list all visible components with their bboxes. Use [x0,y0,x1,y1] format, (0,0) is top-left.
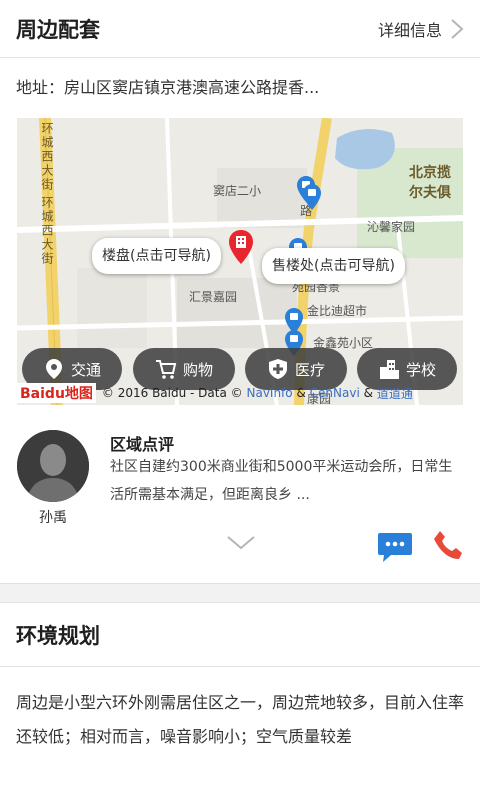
review-title: 区域点评 [110,435,175,454]
place-label: 汇景嘉园 [189,290,238,304]
shopping-cart-icon [155,360,177,379]
environment-text: 周边是小型六环外刚需居住区之一，周边荒地较多，目前入住率还较低；相对而言，噪音影… [16,693,465,746]
navinfo-link[interactable]: NavInfo [246,386,292,400]
place-label: 金比迪超市 [307,304,368,318]
location-pin-icon [45,359,62,379]
surroundings-header: 周边配套 详细信息 [0,0,480,58]
place-label: 北京揽 [409,165,451,181]
daodaotong-link[interactable]: 道道通 [377,385,413,402]
environment-header: 环境规划 [0,603,480,667]
road-label: 环城西大街 [40,122,54,192]
review-text: 社区自建约300米商业街和5000平米运动会所，日常生活所需基本满足，但距离良乡… [110,459,453,503]
avatar[interactable] [17,430,89,502]
phone-call-icon[interactable] [432,529,464,561]
chevron-right-icon [451,18,464,39]
detail-info-link[interactable]: 详细信息 [378,17,464,41]
medical-shield-icon [268,359,287,379]
area-review: 孙禹 区域点评 社区自建约300米商业街和5000平米运动会所，日常生活所需基本… [0,405,480,583]
surroundings-title: 周边配套 [16,17,100,42]
map-copyright: Baidu地图 © 2016 Baidu - Data © NavInfo & … [17,383,413,403]
place-label: 沁馨家园 [367,220,416,234]
detail-info-label: 详细信息 [377,20,442,40]
bus-stop-pin-icon[interactable] [303,184,321,210]
place-label: 尔夫俱 [409,185,451,201]
copyright-text: © 2016 Baidu - Data © [101,386,243,400]
traffic-label: 交通 [70,360,101,379]
copyright-amp: & [363,386,373,400]
chevron-down-icon[interactable] [226,535,256,551]
place-label: 窦店二小 [213,184,262,198]
baidu-map-logo: Baidu地图 [17,383,96,403]
user-silhouette-icon [17,430,89,502]
address-text: 地址：房山区窦店镇京港澳高速公路提香... [16,78,320,97]
project-callout[interactable]: 楼盘(点击可导航) [92,238,221,274]
sales-office-callout[interactable]: 售楼处(点击可导航) [262,248,405,284]
map-view[interactable]: 环城西大街 环城西大街 窦店二小 沁馨家园 汇景嘉园 金比迪超市 金鑫苑小区 北… [17,118,463,405]
cennavi-link[interactable]: CenNavi [310,386,360,400]
medical-label: 医疗 [294,360,325,379]
message-button-icon[interactable] [377,531,413,563]
road-label: 环城西大街 [40,196,54,266]
section-divider [0,583,480,603]
shopping-label: 购物 [182,360,213,379]
project-pin-icon[interactable] [229,230,253,264]
school-label: 学校 [405,360,436,379]
reviewer-name: 孙禹 [39,510,67,526]
environment-title: 环境规划 [16,623,100,648]
school-building-icon [379,360,399,379]
copyright-amp: & [296,386,306,400]
